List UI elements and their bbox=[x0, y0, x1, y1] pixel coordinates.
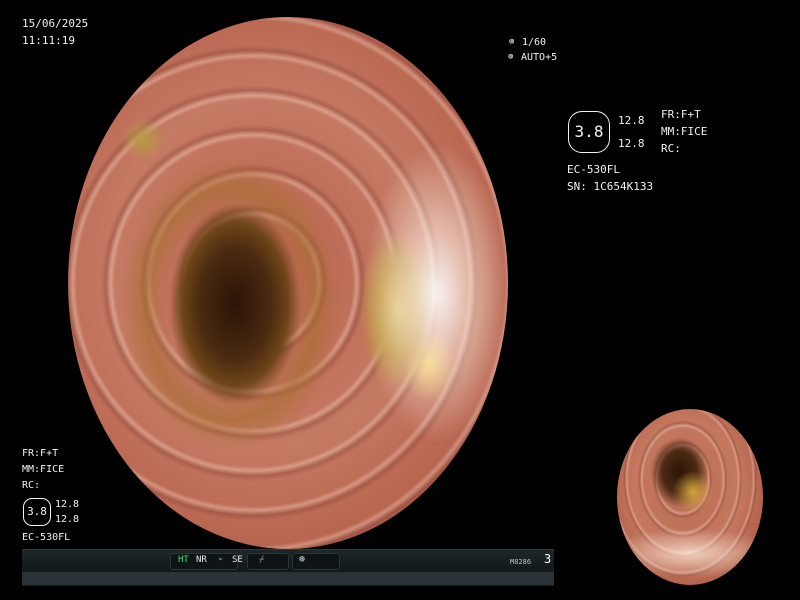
shutter-icon: ⊗ bbox=[509, 37, 515, 47]
endoscope-thumbnail-view bbox=[617, 409, 763, 585]
rc-setting: RC: bbox=[661, 142, 681, 155]
circle-mode-icon: ⊛ bbox=[299, 554, 306, 565]
date-label: 15/06/2025 bbox=[22, 17, 89, 30]
auto-iris-icon: ⊚ bbox=[508, 52, 514, 62]
status-bar: HT NR ➢ SE ⌿ ⊛ M8286 3 bbox=[22, 549, 554, 586]
scope-model: EC-530FL bbox=[567, 163, 620, 176]
se-indicator: SE bbox=[232, 555, 243, 565]
status-bar-bottom-row bbox=[22, 572, 554, 585]
endoscope-main-view bbox=[68, 17, 508, 549]
serial-number: SN: 1C654K133 bbox=[567, 180, 654, 193]
slash-icon: ⌿ bbox=[259, 555, 265, 565]
left-rc-setting: RC: bbox=[22, 480, 41, 491]
time-label: 11:11:19 bbox=[22, 34, 75, 47]
nr-indicator: NR bbox=[196, 555, 207, 565]
shutter-speed: 1/60 bbox=[522, 37, 547, 48]
code-label: M8286 bbox=[510, 558, 532, 566]
left-value-top: 12.8 bbox=[55, 499, 80, 510]
value-top: 12.8 bbox=[618, 114, 645, 127]
left-mm-setting: MM:FICE bbox=[22, 464, 65, 475]
magnification-badge: 3.8 bbox=[568, 111, 610, 153]
left-value-bottom: 12.8 bbox=[55, 514, 80, 525]
left-magnification-badge: 3.8 bbox=[23, 498, 51, 526]
value-bottom: 12.8 bbox=[618, 137, 645, 150]
image-count: 3 bbox=[544, 552, 552, 566]
ht-indicator: HT bbox=[178, 555, 189, 565]
left-fr-setting: FR:F+T bbox=[22, 448, 59, 459]
fr-setting: FR:F+T bbox=[661, 108, 701, 121]
se-segment bbox=[247, 553, 289, 570]
se-arrow-icon: ➢ bbox=[218, 555, 224, 565]
mm-setting: MM:FICE bbox=[661, 125, 708, 138]
auto-mode: AUTO+5 bbox=[521, 52, 558, 63]
left-scope-model: EC-530FL bbox=[22, 532, 71, 543]
